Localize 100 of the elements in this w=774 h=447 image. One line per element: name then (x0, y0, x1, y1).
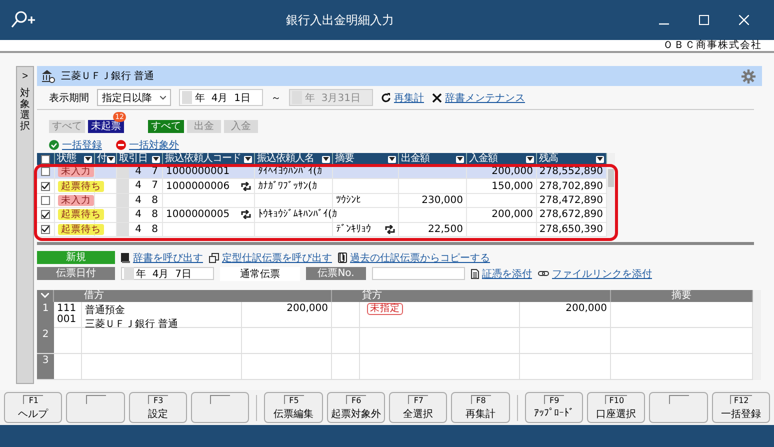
function-key[interactable]: F10 口座選択 (587, 392, 646, 423)
function-key[interactable]: F9 ｱｯﾌﾟﾛｰﾄﾞ (524, 392, 583, 423)
check-circle-icon (49, 140, 59, 150)
column-header: 摘要 (672, 290, 692, 302)
unassigned-tag: 未指定 (367, 302, 403, 315)
table-cell: ﾂｳｼﾝﾋ (336, 194, 361, 206)
function-key[interactable]: F7 全選択 (389, 392, 448, 423)
date-shade (117, 222, 129, 236)
bank-icon (41, 69, 55, 83)
account-name: 三菱ＵＦＪ銀行 普通 (61, 70, 156, 83)
month-cell-text: 4 (134, 179, 142, 193)
status-tag: 未入力 (58, 194, 94, 206)
period-label: 表示期間 (49, 92, 89, 104)
column-header: 状態 (57, 153, 76, 165)
filter-tab[interactable]: 未起票 (88, 120, 124, 133)
period-select[interactable]: 指定日以降 (97, 89, 171, 106)
dropdown-icon[interactable] (244, 156, 252, 162)
function-key[interactable]: F3 設定 (128, 392, 188, 423)
side-panel-toggle[interactable]: > 対象選択 (16, 66, 34, 384)
function-key[interactable]: F5 伝票編集 (264, 392, 323, 423)
date-label: 伝票日付 (37, 267, 115, 280)
dropdown-icon[interactable] (388, 156, 396, 162)
row-checkbox[interactable] (41, 167, 50, 176)
function-key[interactable]: F6 起票対象外 (326, 392, 386, 423)
scrollbar[interactable] (607, 153, 615, 237)
table-cell: ﾃﾞﾝｷﾘｮｳ (336, 223, 371, 236)
close-icon (739, 15, 749, 25)
journal-link[interactable]: 定型仕訳伝票を呼び出す (222, 250, 332, 265)
attach-link[interactable]: 証憑を添付 (482, 266, 532, 281)
dropdown-icon[interactable] (526, 156, 534, 162)
select-all-checkbox[interactable] (41, 154, 50, 164)
dropdown-icon[interactable] (106, 156, 114, 162)
document-icon (471, 268, 479, 279)
function-key[interactable]: F1 ヘルプ (4, 392, 62, 423)
row-checkbox[interactable] (41, 224, 50, 234)
date-shade (117, 194, 129, 208)
table-cell: 278,702,890 (539, 180, 603, 193)
dropdown-icon[interactable] (84, 156, 92, 162)
date-shade (117, 208, 129, 222)
table-cell: ﾄｳｷｮｳｼﾞﾑｷﾊﾝﾊﾞｲ(ｶ (258, 208, 337, 222)
recalc-link[interactable]: 再集計 (394, 90, 424, 104)
maximize-icon (699, 15, 709, 25)
journal-link[interactable]: 辞書を呼び出す (133, 250, 203, 265)
month-cell-text: 4 (134, 208, 142, 222)
dictionary-link[interactable]: 辞書メンテナンス (445, 90, 525, 104)
debit-amount: 200,000 (286, 302, 328, 314)
table-cell: 150,000 (492, 180, 533, 193)
dropdown-icon[interactable] (456, 156, 464, 162)
attach-link[interactable]: ファイルリンクを添付 (552, 266, 652, 281)
table-row[interactable]: 起票待ち 4 8 ﾃﾞﾝｷﾘｮｳ 22,500 278,650,390 (37, 222, 607, 237)
scrollbar[interactable] (753, 290, 761, 380)
row-number: 2 (37, 328, 54, 353)
day-cell-text: 8 (150, 194, 159, 208)
mode-label: 新規 (37, 251, 115, 264)
table-cell: 1000000001 (166, 166, 230, 178)
month-cell-text: 4 (134, 222, 142, 236)
no-entry-icon (116, 140, 126, 150)
table-cell: 200,000 (492, 208, 533, 222)
account-name: 普通預金 (85, 304, 125, 317)
filter-tab[interactable]: すべて (148, 120, 184, 133)
row-checkbox[interactable] (41, 210, 50, 220)
settings-icon (741, 68, 756, 84)
column-header: 付 (97, 153, 106, 165)
journal-link[interactable]: 過去の仕訳伝票からコピーする (350, 250, 490, 265)
table-cell: ｶﾅｶﾞﾜﾌﾞｯｻﾝ(ｶ (258, 180, 317, 193)
from-date-field[interactable]: 年 4月 1日 (179, 89, 263, 106)
day-cell-text: 7 (150, 179, 159, 193)
dropdown-icon[interactable] (322, 156, 330, 162)
table-cell: 22,500 (428, 222, 463, 236)
dropdown-icon[interactable] (596, 156, 604, 162)
range-separator: ～ (271, 92, 281, 104)
row-checkbox[interactable] (41, 196, 50, 205)
table-cell: 1000000006 (166, 180, 230, 192)
chevron-down-icon (41, 293, 49, 298)
column-header: 借方 (84, 290, 104, 302)
slip-number-field[interactable] (372, 267, 465, 280)
table-cell: 278,552,890 (539, 165, 603, 178)
zoom-in-icon (10, 10, 36, 30)
slip-date-field[interactable]: 年 4月 7日 (121, 267, 214, 280)
table-row[interactable]: 起票待ち 4 7 1000000006 ｶﾅｶﾞﾜﾌﾞｯｻﾝ(ｶ 150,000 278,702,890 (37, 179, 607, 194)
function-key[interactable]: F12 一括登録 (712, 392, 770, 423)
table-row[interactable]: 起票待ち 4 8 1000000005 ﾄｳｷｮｳｼﾞﾑｷﾊﾝﾊﾞｲ(ｶ 200,000 278,672,890 (37, 208, 607, 223)
account-code: 111 (57, 302, 76, 314)
bulk-action-link[interactable]: 一括対象外 (129, 138, 179, 152)
column-header: 取引日 (119, 153, 148, 165)
function-key[interactable]: F8 再集計 (451, 392, 510, 423)
dropdown-icon[interactable] (152, 156, 160, 162)
bulk-action-link[interactable]: 一括登録 (62, 138, 102, 152)
slip-type: 通常伝票 (220, 266, 300, 281)
row-checkbox[interactable] (41, 182, 50, 191)
month-cell-text: 4 (134, 194, 142, 208)
table-row[interactable]: 未入力 4 8 ﾂｳｼﾝﾋ 230,000 278,472,890 (37, 194, 607, 208)
table-cell: 278,650,390 (539, 222, 603, 236)
caret-icon (160, 96, 166, 100)
minimize-icon (659, 23, 669, 25)
row-number: 3 (37, 354, 54, 379)
table-cell: 230,000 (422, 194, 463, 207)
column-header: 入金額 (469, 153, 498, 165)
column-header: 貸方 (362, 290, 382, 302)
paperclip-icon (338, 252, 347, 264)
